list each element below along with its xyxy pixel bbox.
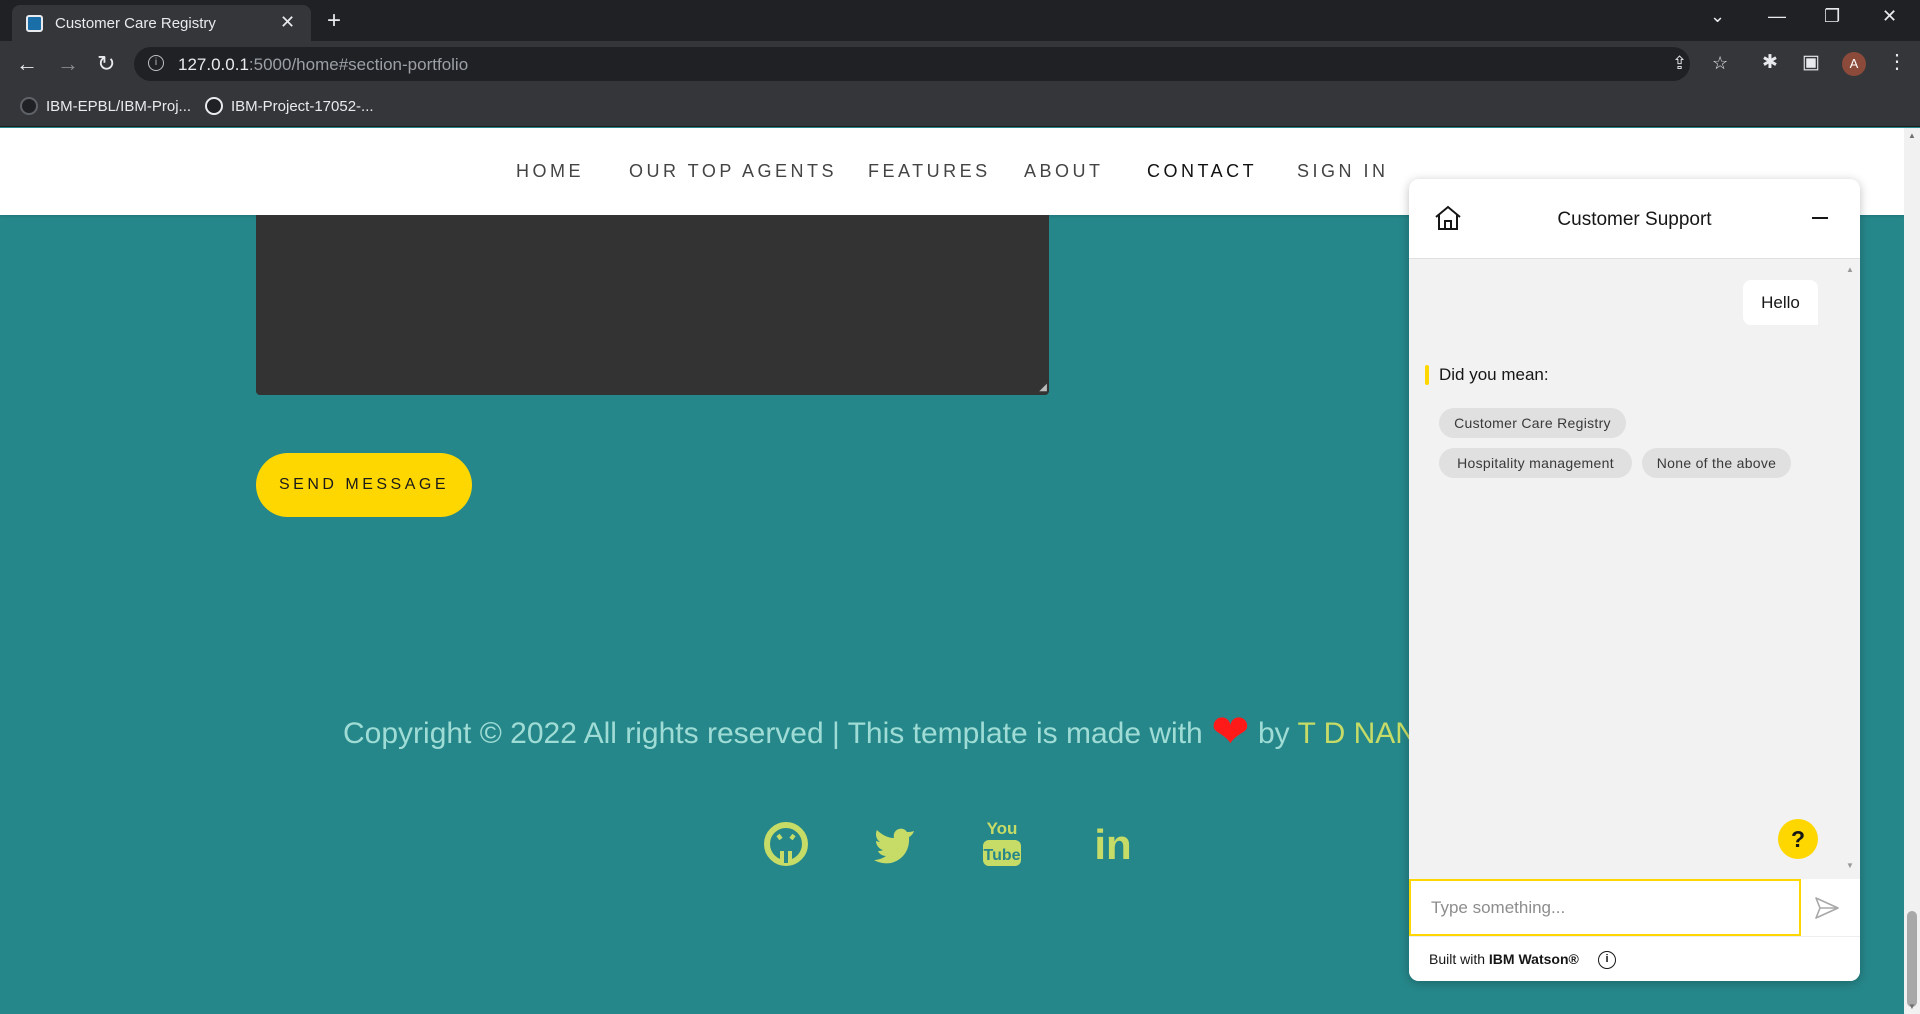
side-panel-icon[interactable]: ▣ <box>1802 51 1820 74</box>
send-icon[interactable] <box>1814 895 1840 921</box>
resize-handle-icon[interactable]: ◢ <box>1039 382 1047 393</box>
back-icon[interactable]: ← <box>16 51 38 77</box>
bookmark-star-icon[interactable]: ☆ <box>1712 53 1728 74</box>
extensions-icon[interactable]: ✱ <box>1762 51 1778 74</box>
scroll-up-icon[interactable]: ▲ <box>1846 265 1854 274</box>
bot-indicator <box>1425 365 1429 385</box>
chat-header: Customer Support <box>1409 179 1860 259</box>
browser-tab[interactable]: Customer Care Registry ✕ <box>12 5 311 41</box>
restore-icon[interactable]: ❐ <box>1824 6 1840 27</box>
scroll-down-icon[interactable]: ▼ <box>1846 861 1854 870</box>
info-icon[interactable]: i <box>1598 951 1616 969</box>
scroll-down-icon[interactable]: ▼ <box>1908 1002 1916 1011</box>
chat-title: Customer Support <box>1557 209 1712 230</box>
tab-close-icon[interactable]: ✕ <box>280 12 295 33</box>
nav-about[interactable]: ABOUT <box>1024 161 1104 182</box>
suggestion-chip[interactable]: Customer Care Registry <box>1439 408 1626 438</box>
chat-widget: Customer Support ▲ ▼ Hello Did you mean:… <box>1409 179 1860 981</box>
nav-sign-in[interactable]: SIGN IN <box>1297 161 1389 182</box>
twitter-icon[interactable] <box>872 821 918 867</box>
nav-top-agents[interactable]: OUR TOP AGENTS <box>629 161 837 182</box>
share-icon[interactable]: ⇪ <box>1672 53 1687 74</box>
browser-menu-icon[interactable]: ⋮ <box>1887 49 1907 74</box>
scroll-up-icon[interactable]: ▲ <box>1908 131 1916 140</box>
tab-title: Customer Care Registry <box>55 15 216 32</box>
chat-footer: Built with IBM Watson® i <box>1409 936 1860 981</box>
youtube-icon[interactable]: You Tube <box>982 816 1022 868</box>
help-button[interactable]: ? <box>1778 819 1818 859</box>
tab-search-icon[interactable]: ⌄ <box>1710 6 1725 27</box>
browser-title-bar: Customer Care Registry ✕ + ⌄ — ❐ ✕ <box>0 0 1920 41</box>
linkedin-icon[interactable]: in <box>1090 821 1136 868</box>
bot-message: Did you mean: <box>1439 365 1549 384</box>
bookmarks-bar: IBM-EPBL/IBM-Proj... IBM-Project-17052-.… <box>0 87 1920 127</box>
minimize-icon[interactable] <box>1812 217 1828 219</box>
github-icon <box>20 97 38 115</box>
chat-input-row <box>1409 879 1860 936</box>
chat-message-input[interactable] <box>1409 879 1801 936</box>
forward-icon[interactable]: → <box>57 51 79 77</box>
scroll-thumb[interactable] <box>1907 911 1917 1007</box>
svg-text:Tube: Tube <box>983 847 1020 864</box>
close-window-icon[interactable]: ✕ <box>1882 6 1897 27</box>
profile-avatar[interactable]: A <box>1842 52 1866 76</box>
bookmark-item[interactable]: IBM-Project-17052-... <box>205 97 374 115</box>
page-content: HOME OUR TOP AGENTS FEATURES ABOUT CONTA… <box>0 128 1904 1014</box>
built-with-text: Built with IBM Watson® <box>1429 951 1579 967</box>
author-link[interactable]: T D NAN <box>1297 717 1416 750</box>
favicon-icon <box>26 15 43 32</box>
address-bar[interactable]: i 127.0.0.1:5000/home#section-portfolio … <box>134 47 1728 81</box>
url-text[interactable]: 127.0.0.1:5000/home#section-portfolio <box>178 55 468 75</box>
message-textarea[interactable]: ◢ <box>256 215 1049 395</box>
browser-toolbar: ← → ↻ i 127.0.0.1:5000/home#section-port… <box>0 41 1920 87</box>
svg-text:You: You <box>987 819 1018 838</box>
nav-contact[interactable]: CONTACT <box>1147 161 1257 182</box>
new-tab-icon[interactable]: + <box>327 7 341 35</box>
reload-icon[interactable]: ↻ <box>97 51 115 77</box>
bookmark-item[interactable]: IBM-EPBL/IBM-Proj... <box>20 97 191 115</box>
suggestion-chip[interactable]: None of the above <box>1642 448 1791 478</box>
nav-home[interactable]: HOME <box>516 161 584 182</box>
github-icon[interactable] <box>763 821 809 867</box>
send-message-button[interactable]: SEND MESSAGE <box>256 453 472 517</box>
heart-icon: ❤ <box>1211 705 1250 757</box>
minimize-icon[interactable]: — <box>1768 6 1786 27</box>
user-message: Hello <box>1743 280 1818 325</box>
page-scrollbar[interactable]: ▲ ▼ <box>1904 128 1920 1014</box>
site-info-icon[interactable]: i <box>148 55 164 71</box>
copyright-text: Copyright © 2022 All rights reserved | T… <box>343 705 1417 757</box>
github-icon <box>205 97 223 115</box>
nav-features[interactable]: FEATURES <box>868 161 991 182</box>
suggestion-chip[interactable]: Hospitality management <box>1439 448 1632 478</box>
svg-text:in: in <box>1094 821 1131 867</box>
